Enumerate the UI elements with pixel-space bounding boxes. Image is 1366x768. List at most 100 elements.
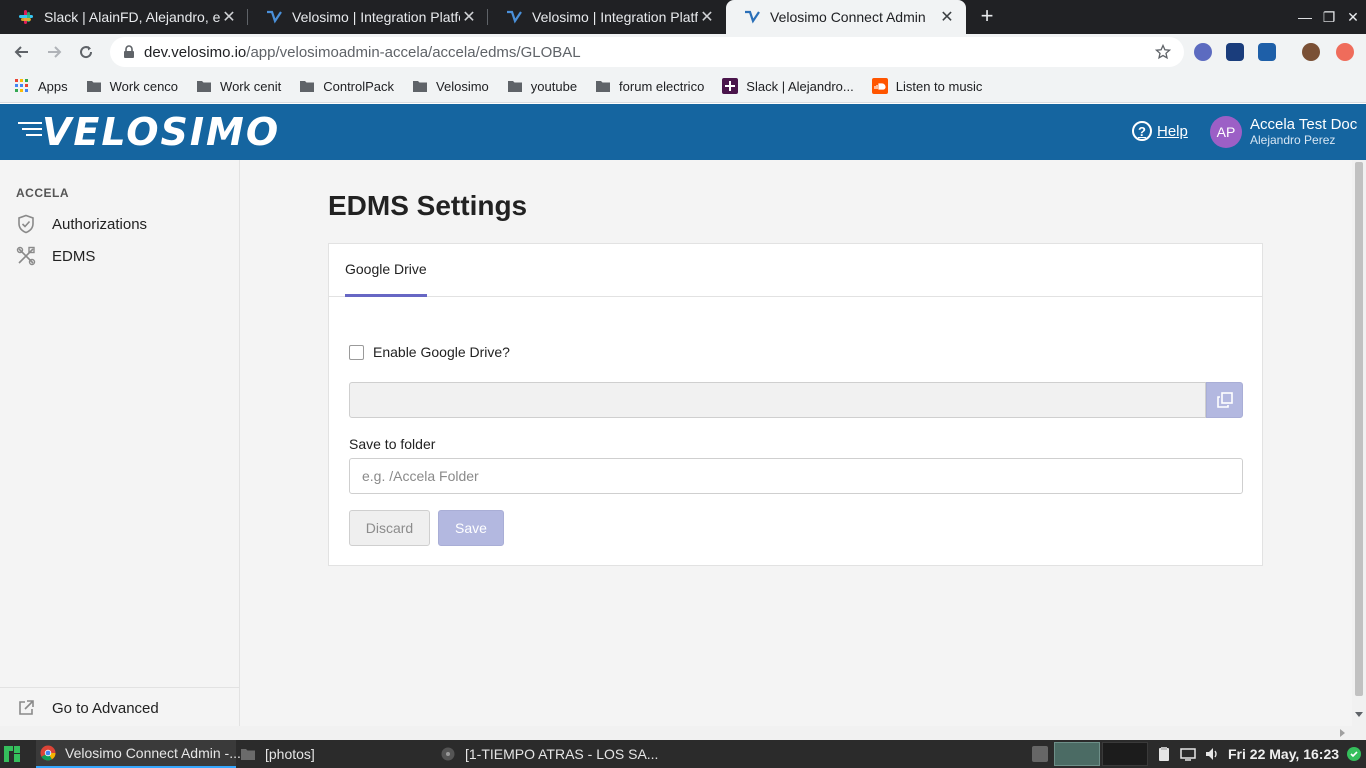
close-tab-icon[interactable]: ✕ — [220, 8, 238, 26]
close-tab-icon[interactable]: ✕ — [698, 8, 716, 26]
maximize-window-icon[interactable]: ❐ — [1320, 8, 1338, 26]
bookmark-label: youtube — [530, 78, 578, 94]
tab-google-drive[interactable]: Google Drive — [345, 244, 427, 297]
horizontal-scrollbar[interactable] — [0, 726, 1366, 740]
apps-grid-icon — [14, 78, 30, 94]
save-to-folder-label: Save to folder — [349, 436, 436, 452]
workspace-icon[interactable] — [1032, 746, 1048, 762]
bookmark-link[interactable]: Listen to music — [871, 78, 982, 94]
velosimo-icon — [744, 9, 760, 25]
audio-player-icon — [440, 746, 456, 762]
user-name[interactable]: Accela Test Doc — [1250, 116, 1357, 133]
help-circle-icon: ? — [1132, 121, 1152, 141]
tab-title: Slack | AlainFD, Alejandro, elv — [44, 9, 220, 25]
close-tab-icon[interactable]: ✕ — [938, 8, 956, 26]
bookmarks-bar: Apps Work cenco Work cenit ControlPack V… — [0, 70, 1366, 103]
chrome-icon — [40, 745, 56, 761]
folder-icon — [507, 78, 523, 94]
help-label: Help — [1157, 122, 1188, 140]
app-header: VELOSIMO ? Help — [0, 104, 1366, 160]
velosimo-logo[interactable]: VELOSIMO — [18, 112, 280, 152]
enable-google-drive-label: Enable Google Drive? — [373, 344, 510, 360]
folder-icon — [196, 78, 212, 94]
taskbar-item-audio[interactable]: [1-TIEMPO ATRAS - LOS SA... — [440, 740, 658, 768]
browser-tab[interactable]: Velosimo | Integration Platfo ✕ — [248, 0, 488, 34]
save-button[interactable]: Save — [438, 510, 504, 546]
bookmark-star-icon[interactable] — [1154, 43, 1172, 61]
profile-avatar-icon[interactable] — [1302, 43, 1320, 61]
avatar[interactable]: AP — [1210, 116, 1242, 148]
folder-icon — [595, 78, 611, 94]
notifications-icon[interactable] — [1180, 746, 1196, 762]
workspace-pager[interactable] — [1102, 742, 1148, 766]
browser-tab[interactable]: Slack | AlainFD, Alejandro, elv ✕ — [0, 0, 248, 34]
bookmark-label: Velosimo — [436, 78, 489, 94]
browser-tab[interactable]: Velosimo | Integration Platfo ✕ — [488, 0, 726, 34]
scrollbar-thumb[interactable] — [1355, 162, 1363, 696]
sidebar-footer-label: Go to Advanced — [52, 699, 159, 717]
clock[interactable]: Fri 22 May, 16:23 — [1228, 746, 1339, 762]
new-tab-button[interactable]: + — [976, 5, 998, 28]
discard-button[interactable]: Discard — [349, 510, 430, 546]
folder-icon — [299, 78, 315, 94]
bookmark-folder[interactable]: Work cenco — [86, 78, 178, 94]
save-to-folder-input[interactable] — [349, 458, 1243, 494]
update-icon[interactable] — [1336, 43, 1354, 61]
workspace-pager-active[interactable] — [1054, 742, 1100, 766]
bookmark-folder[interactable]: forum electrico — [595, 78, 704, 94]
browser-toolbar: dev.velosimo.io/app/velosimoadmin-accela… — [0, 34, 1366, 70]
sidebar-item-authorizations[interactable]: Authorizations — [16, 214, 147, 234]
bookmark-folder[interactable]: Work cenit — [196, 78, 281, 94]
authorization-url-field[interactable] — [349, 382, 1206, 418]
copy-icon — [1216, 392, 1233, 408]
bookmark-folder[interactable]: Velosimo — [412, 78, 489, 94]
reload-button[interactable] — [74, 40, 98, 64]
volume-icon[interactable] — [1204, 746, 1220, 762]
sidebar-item-label: EDMS — [52, 247, 96, 265]
vertical-scrollbar[interactable] — [1352, 160, 1366, 726]
help-link[interactable]: ? Help — [1132, 121, 1188, 141]
go-to-advanced-link[interactable]: Go to Advanced — [16, 698, 159, 718]
enable-google-drive-checkbox[interactable] — [349, 344, 364, 360]
enable-google-drive-row[interactable]: Enable Google Drive? — [349, 344, 510, 360]
user-subtitle: Alejandro Perez — [1250, 133, 1336, 147]
url-path: /app/velosimoadmin-accela/accela/edms/GL… — [246, 43, 581, 61]
velosimo-icon — [266, 9, 282, 25]
extension-icon[interactable] — [1226, 43, 1244, 61]
extension-icon[interactable] — [1258, 43, 1276, 61]
sidebar-item-label: Authorizations — [52, 215, 148, 233]
sidebar-item-edms[interactable]: EDMS — [16, 246, 95, 266]
minimize-window-icon[interactable]: — — [1296, 8, 1314, 26]
tab-title: Velosimo Connect Admin — [770, 9, 926, 25]
taskbar-item-chrome[interactable]: Velosimo Connect Admin -... — [36, 740, 241, 768]
address-bar[interactable]: dev.velosimo.io/app/velosimoadmin-accela… — [110, 37, 1184, 67]
browser-tab-active[interactable]: Velosimo Connect Admin ✕ — [726, 0, 966, 34]
copy-button[interactable] — [1206, 382, 1243, 418]
tab-title: Velosimo | Integration Platfo — [532, 9, 698, 25]
shield-check-icon — [16, 214, 36, 234]
bookmark-label: Slack | Alejandro... — [746, 78, 854, 94]
reload-icon — [80, 46, 93, 59]
forward-button[interactable] — [42, 40, 66, 64]
scroll-right-arrow-icon — [1340, 729, 1345, 737]
bookmark-link[interactable]: Slack | Alejandro... — [722, 78, 854, 94]
soundcloud-icon — [871, 78, 888, 94]
extension-icon[interactable] — [1194, 43, 1212, 61]
clipboard-icon[interactable] — [1156, 746, 1172, 762]
start-menu-button[interactable] — [4, 740, 20, 768]
bookmark-label: Work cenco — [109, 78, 179, 94]
taskbar-item-photos[interactable]: [photos] — [240, 740, 315, 768]
main-content: EDMS Settings Google Drive Enable Google… — [240, 160, 1352, 726]
bookmark-folder[interactable]: youtube — [507, 78, 577, 94]
close-window-icon[interactable]: ✕ — [1344, 8, 1362, 26]
velosimo-icon — [506, 9, 522, 25]
back-button[interactable] — [10, 40, 34, 64]
os-taskbar: Velosimo Connect Admin -... [photos] [1-… — [0, 740, 1366, 768]
bookmark-apps[interactable]: Apps — [14, 78, 68, 94]
close-tab-icon[interactable]: ✕ — [460, 8, 478, 26]
update-status-icon[interactable] — [1346, 746, 1362, 762]
sidebar: ACCELA Authorizations EDMS Go to Advance… — [0, 160, 240, 726]
slack-icon — [18, 9, 34, 25]
bookmark-folder[interactable]: ControlPack — [299, 78, 394, 94]
bookmark-label: forum electrico — [619, 78, 705, 94]
